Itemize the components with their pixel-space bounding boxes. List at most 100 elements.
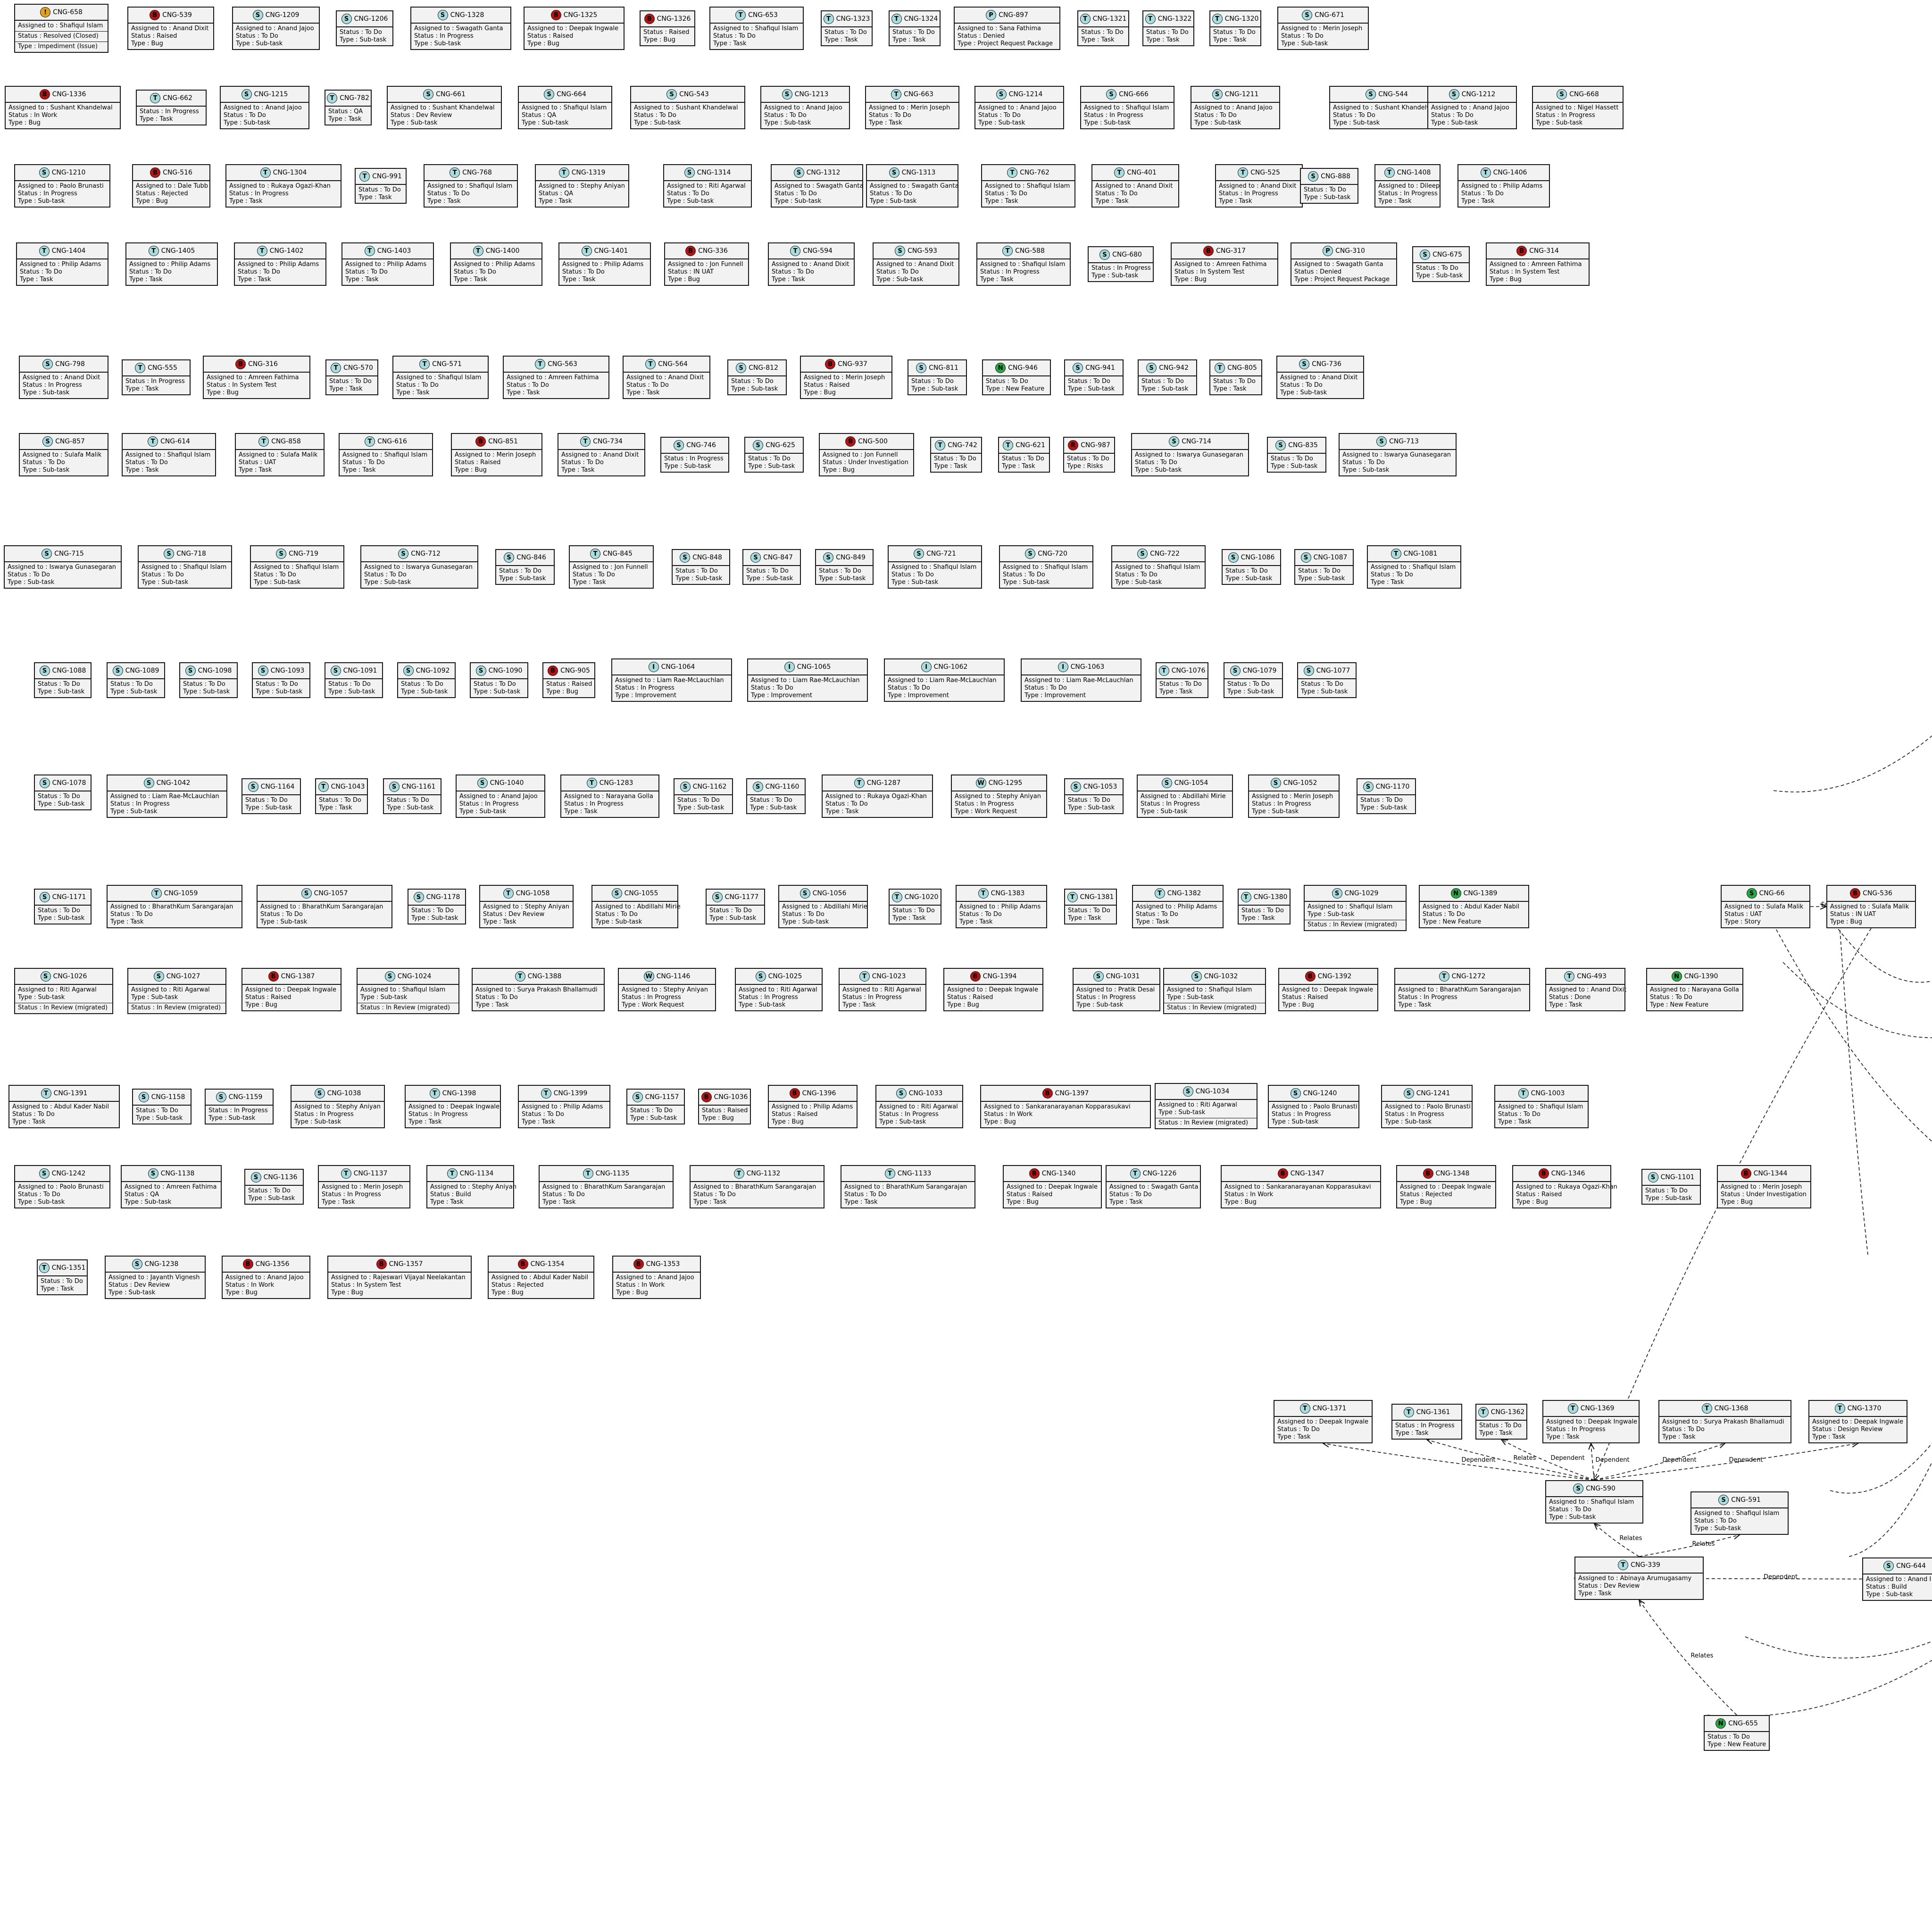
issue-card[interactable]: T CNG-845 Assigned to : Jon Funnell Status … xyxy=(569,545,654,589)
issue-card[interactable]: I CNG-1065 Assigned to : Liam Rae-McLauchl… xyxy=(747,658,868,702)
issue-card[interactable]: T CNG-1132 Assigned to : BharathKum Sarang… xyxy=(690,1165,824,1208)
issue-card[interactable]: B CNG-1325 Assigned to : Deepak Ingwale Sta… xyxy=(524,7,625,50)
issue-card[interactable]: T CNG-662 Status : In Progress Type : Task xyxy=(136,90,207,125)
issue-card[interactable]: T CNG-1059 Assigned to : BharathKum Sarang… xyxy=(107,885,242,928)
issue-card[interactable]: T CNG-805 Status : To Do Type : Task xyxy=(1209,359,1262,395)
issue-card[interactable]: B CNG-1354 Assigned to : Abdul Kader Nabil… xyxy=(488,1256,594,1299)
issue-card[interactable]: S CNG-591 Assigned to : Shafiqul Islam Stat… xyxy=(1690,1491,1789,1535)
issue-card[interactable]: S CNG-1157 Status : To Do Type : Sub-task xyxy=(626,1089,685,1124)
issue-card[interactable]: S CNG-718 Assigned to : Shafiqul Islam Stat… xyxy=(138,545,232,589)
issue-card[interactable]: T CNG-663 Assigned to : Merin Joseph Status… xyxy=(865,86,959,129)
issue-card[interactable]: T CNG-1382 Assigned to : Philip Adams Statu… xyxy=(1132,885,1224,928)
issue-card[interactable]: B CNG-1397 Assigned to : Sankaranarayanan … xyxy=(980,1085,1151,1128)
issue-card[interactable]: T CNG-525 Assigned to : Anand Dixit Status … xyxy=(1215,164,1303,208)
issue-card[interactable]: T CNG-1383 Assigned to : Philip Adams Statu… xyxy=(956,885,1047,928)
issue-card[interactable]: B CNG-1387 Assigned to : Deepak Ingwale Sta… xyxy=(242,968,341,1011)
issue-card[interactable]: S CNG-1057 Assigned to : BharathKum Sarang… xyxy=(257,885,392,928)
issue-card[interactable]: N CNG-655 Status : To Do Type : New Feature xyxy=(1704,1715,1770,1751)
issue-card[interactable]: T CNG-858 Assigned to : Sulafa Malik Status… xyxy=(235,433,325,476)
issue-card[interactable]: S CNG-625 Status : To Do Type : Sub-task xyxy=(744,437,804,473)
issue-card[interactable]: S CNG-1031 Assigned to : Pratik Desai Statu… xyxy=(1073,968,1160,1011)
issue-card[interactable]: T CNG-1371 Assigned to : Deepak Ingwale Sta… xyxy=(1274,1400,1373,1443)
issue-card[interactable]: S CNG-1078 Status : To Do Type : Sub-task xyxy=(34,774,92,810)
issue-card[interactable]: T CNG-1368 Assigned to : Surya Prakash Bha… xyxy=(1658,1400,1791,1443)
issue-card[interactable]: N CNG-946 Status : To Do Type : New Feature xyxy=(982,359,1051,395)
issue-card[interactable]: T CNG-991 Status : To Do Type : Task xyxy=(355,168,407,204)
issue-card[interactable]: S CNG-720 Assigned to : Shafiqul Islam Stat… xyxy=(999,545,1093,589)
issue-card[interactable]: S CNG-1091 Status : To Do Type : Sub-task xyxy=(325,662,383,698)
issue-card[interactable]: S CNG-1026 Assigned to : Riti Agarwal Type … xyxy=(14,968,113,1014)
issue-card[interactable]: R CNG-987 Status : To Do Type : Risks xyxy=(1063,437,1115,473)
issue-card[interactable]: B CNG-516 Assigned to : Dale Tubb Status : … xyxy=(132,164,210,208)
issue-card[interactable]: T CNG-588 Assigned to : Shafiqul Islam Stat… xyxy=(976,242,1071,286)
issue-card[interactable]: T CNG-1403 Assigned to : Philip Adams Statu… xyxy=(341,242,434,286)
issue-card[interactable]: S CNG-835 Status : To Do Type : Sub-task xyxy=(1267,437,1326,473)
issue-card[interactable]: N CNG-1390 Assigned to : Narayana Golla Sta… xyxy=(1646,968,1743,1011)
issue-card[interactable]: T CNG-563 Assigned to : Amreen Fathima Stat… xyxy=(503,356,609,399)
issue-card[interactable]: S CNG-1025 Assigned to : Riti Agarwal Statu… xyxy=(735,968,823,1011)
issue-card[interactable]: S CNG-1212 Assigned to : Anand Jajoo Status… xyxy=(1427,86,1517,129)
issue-card[interactable]: B CNG-336 Assigned to : Jon Funnell Status … xyxy=(664,242,749,286)
issue-card[interactable]: S CNG-1210 Assigned to : Paolo Brunasti Sta… xyxy=(14,164,110,208)
issue-card[interactable]: T CNG-1135 Assigned to : BharathKum Sarang… xyxy=(539,1165,674,1208)
issue-card[interactable]: T CNG-621 Status : To Do Type : Task xyxy=(998,437,1050,473)
issue-card[interactable]: T CNG-564 Assigned to : Anand Dixit Status … xyxy=(623,356,710,399)
issue-card[interactable]: T CNG-1134 Assigned to : Stephy Aniyan Stat… xyxy=(426,1165,516,1208)
issue-card[interactable]: S CNG-1086 Status : To Do Type : Sub-task xyxy=(1222,549,1281,585)
issue-card[interactable]: T CNG-1076 Status : To Do Type : Task xyxy=(1156,662,1208,698)
issue-card[interactable]: B CNG-1353 Assigned to : Anand Jajoo Status… xyxy=(612,1256,701,1299)
issue-card[interactable]: S CNG-1088 Status : To Do Type : Sub-task xyxy=(34,662,92,698)
issue-card[interactable]: T CNG-1399 Assigned to : Philip Adams Statu… xyxy=(518,1085,610,1128)
issue-card[interactable]: S CNG-1077 Status : To Do Type : Sub-task xyxy=(1297,662,1357,698)
issue-card[interactable]: S CNG-1206 Status : To Do Type : Sub-task xyxy=(336,10,393,46)
issue-card[interactable]: T CNG-1381 Status : To Do Type : Task xyxy=(1064,889,1117,924)
issue-card[interactable]: T CNG-653 Assigned to : Shafiqul Islam Stat… xyxy=(709,7,804,50)
issue-card[interactable]: T CNG-594 Assigned to : Anand Dixit Status … xyxy=(768,242,855,286)
issue-card[interactable]: T CNG-1323 Status : To Do Type : Task xyxy=(821,10,873,46)
issue-card[interactable]: P CNG-310 Assigned to : Swagath Ganta Statu… xyxy=(1291,242,1397,286)
issue-card[interactable]: T CNG-1408 Assigned to : Dileep Status : In… xyxy=(1374,164,1441,208)
issue-card[interactable]: B CNG-1392 Assigned to : Deepak Ingwale Sta… xyxy=(1278,968,1378,1011)
issue-card[interactable]: S CNG-846 Status : To Do Type : Sub-task xyxy=(495,549,555,585)
issue-card[interactable]: S CNG-722 Assigned to : Shafiqul Islam Stat… xyxy=(1111,545,1206,589)
issue-card[interactable]: S CNG-1178 Status : To Do Type : Sub-task xyxy=(408,889,466,924)
issue-card[interactable]: T CNG-1137 Assigned to : Merin Joseph Statu… xyxy=(318,1165,410,1208)
issue-card[interactable]: B CNG-539 Assigned to : Anand Dixit Status … xyxy=(127,7,214,50)
issue-card[interactable]: T CNG-1351 Status : To Do Type : Task xyxy=(37,1259,88,1295)
issue-card[interactable]: T CNG-742 Status : To Do Type : Task xyxy=(930,437,982,473)
issue-card[interactable]: T CNG-1370 Assigned to : Deepak Ingwale Sta… xyxy=(1808,1400,1907,1443)
issue-card[interactable]: S CNG-1034 Assigned to : Riti Agarwal Type … xyxy=(1155,1083,1257,1129)
issue-card[interactable]: T CNG-1391 Assigned to : Abdul Kader Nabil… xyxy=(8,1085,120,1128)
issue-card[interactable]: W CNG-1295 Assigned to : Stephy Aniyan Stat… xyxy=(951,774,1047,818)
issue-card[interactable]: S CNG-1032 Assigned to : Shafiqul Islam Typ… xyxy=(1163,968,1266,1014)
issue-card[interactable]: S CNG-1136 Status : To Do Type : Sub-task xyxy=(244,1169,304,1205)
issue-card[interactable]: ! CNG-658 Assigned to : Shafiqul Islam Stat… xyxy=(14,4,108,53)
issue-card[interactable]: T CNG-762 Assigned to : Shafiqul Islam Stat… xyxy=(981,164,1075,208)
issue-card[interactable]: B CNG-317 Assigned to : Amreen Fathima Stat… xyxy=(1171,242,1278,286)
issue-card[interactable]: S CNG-941 Status : To Do Type : Sub-task xyxy=(1064,359,1124,395)
issue-card[interactable]: T CNG-401 Assigned to : Anand Dixit Status … xyxy=(1091,164,1179,208)
issue-card[interactable]: B CNG-1340 Assigned to : Deepak Ingwale Sta… xyxy=(1003,1165,1102,1208)
issue-card[interactable]: T CNG-1043 Status : To Do Type : Task xyxy=(315,778,368,814)
issue-card[interactable]: S CNG-1101 Status : To Do Type : Sub-task xyxy=(1641,1169,1701,1205)
issue-card[interactable]: S CNG-1241 Assigned to : Paolo Brunasti Sta… xyxy=(1381,1085,1473,1128)
issue-card[interactable]: S CNG-1164 Status : To Do Type : Sub-task xyxy=(242,778,301,814)
issue-card[interactable]: W CNG-1146 Assigned to : Stephy Aniyan Stat… xyxy=(618,968,716,1011)
issue-card[interactable]: S CNG-666 Assigned to : Shafiqul Islam Stat… xyxy=(1080,86,1174,129)
issue-card[interactable]: S CNG-543 Assigned to : Sushant Khandelwal… xyxy=(630,86,745,129)
issue-card[interactable]: T CNG-614 Assigned to : Shafiqul Islam Stat… xyxy=(122,433,216,476)
issue-card[interactable]: B CNG-316 Assigned to : Amreen Fathima Stat… xyxy=(203,356,310,399)
issue-card[interactable]: I CNG-1063 Assigned to : Liam Rae-McLauchl… xyxy=(1021,658,1141,702)
issue-card[interactable]: S CNG-1215 Assigned to : Anand Jajoo Status… xyxy=(220,86,309,129)
issue-card[interactable]: B CNG-1357 Assigned to : Rajeswari Vijayal… xyxy=(327,1256,472,1299)
issue-card[interactable]: S CNG-1033 Assigned to : Riti Agarwal Statu… xyxy=(875,1085,963,1128)
issue-card[interactable]: T CNG-1081 Assigned to : Shafiqul Islam Sta… xyxy=(1367,545,1461,589)
issue-card[interactable]: T CNG-1380 Status : To Do Type : Task xyxy=(1238,889,1291,924)
issue-card[interactable]: S CNG-714 Assigned to : Iswarya Gunasegara… xyxy=(1131,433,1249,476)
issue-card[interactable]: T CNG-768 Assigned to : Shafiqul Islam Stat… xyxy=(424,164,518,208)
issue-card[interactable]: S CNG-1159 Status : In Progress Type : Sub-… xyxy=(205,1089,274,1124)
issue-card[interactable]: S CNG-812 Status : To Do Type : Sub-task xyxy=(727,359,787,395)
issue-card[interactable]: S CNG-1238 Assigned to : Jayanth Vignesh St… xyxy=(105,1256,206,1299)
issue-card[interactable]: T CNG-1406 Assigned to : Philip Adams Statu… xyxy=(1457,164,1550,208)
issue-card[interactable]: S CNG-857 Assigned to : Sulafa Malik Status… xyxy=(19,433,108,476)
